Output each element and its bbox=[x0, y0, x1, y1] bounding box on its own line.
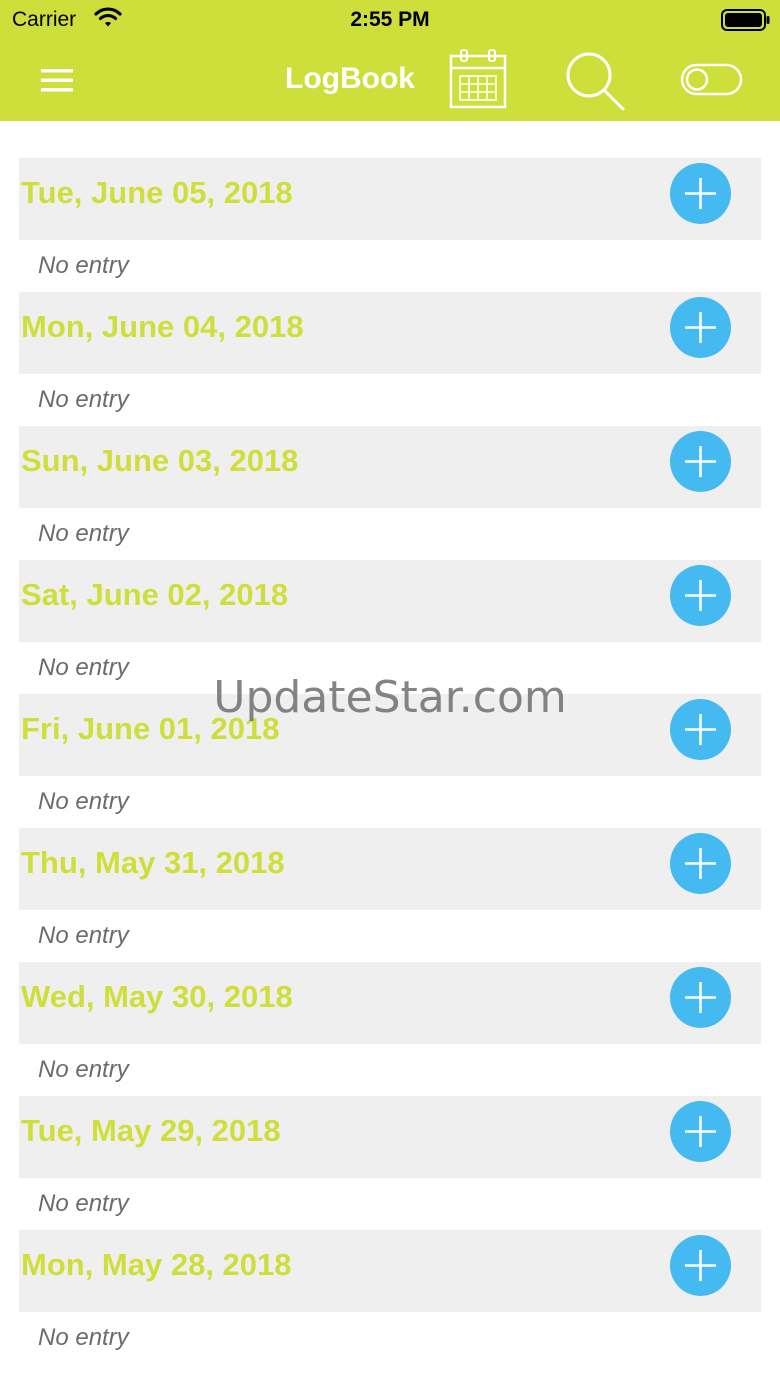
day-header: Mon, June 04, 2018 bbox=[19, 292, 761, 374]
day-entry-text: No entry bbox=[38, 1056, 129, 1083]
day-header: Sun, June 03, 2018 bbox=[19, 426, 761, 508]
add-entry-button[interactable] bbox=[670, 833, 731, 894]
add-entry-button[interactable] bbox=[670, 1235, 731, 1296]
day-section: Mon, June 04, 2018 No entry bbox=[19, 292, 761, 426]
calendar-icon[interactable] bbox=[448, 48, 508, 110]
add-entry-button[interactable] bbox=[670, 431, 731, 492]
add-entry-button[interactable] bbox=[670, 163, 731, 224]
day-section: Wed, May 30, 2018 No entry bbox=[19, 962, 761, 1096]
plus-icon bbox=[685, 446, 716, 477]
day-header: Tue, June 05, 2018 bbox=[19, 158, 761, 240]
day-header: Wed, May 30, 2018 bbox=[19, 962, 761, 1044]
day-date-label: Mon, May 28, 2018 bbox=[21, 1247, 292, 1282]
plus-icon bbox=[685, 1116, 716, 1147]
plus-icon bbox=[685, 580, 716, 611]
plus-icon bbox=[685, 982, 716, 1013]
day-header: Thu, May 31, 2018 bbox=[19, 828, 761, 910]
day-entry-text: No entry bbox=[38, 386, 129, 413]
day-date-label: Sat, June 02, 2018 bbox=[21, 577, 289, 612]
add-entry-button[interactable] bbox=[670, 1101, 731, 1162]
day-entry-text: No entry bbox=[38, 520, 129, 547]
day-section: Tue, May 29, 2018 No entry bbox=[19, 1096, 761, 1230]
plus-icon bbox=[685, 178, 716, 209]
day-section: Mon, May 28, 2018 No entry bbox=[19, 1230, 761, 1364]
plus-icon bbox=[685, 848, 716, 879]
clock: 2:55 PM bbox=[350, 8, 430, 31]
plus-icon bbox=[685, 312, 716, 343]
watermark: UpdateStar.com bbox=[213, 672, 567, 723]
day-section: Tue, June 05, 2018 No entry bbox=[19, 158, 761, 292]
day-date-label: Sun, June 03, 2018 bbox=[21, 443, 299, 478]
search-icon[interactable] bbox=[562, 48, 628, 114]
day-header: Mon, May 28, 2018 bbox=[19, 1230, 761, 1312]
day-date-label: Tue, June 05, 2018 bbox=[21, 175, 293, 210]
add-entry-button[interactable] bbox=[670, 297, 731, 358]
toggle-icon[interactable] bbox=[680, 62, 744, 98]
status-bar: Carrier 2:55 PM bbox=[0, 0, 780, 40]
day-date-label: Thu, May 31, 2018 bbox=[21, 845, 285, 880]
day-entry-text: No entry bbox=[38, 1190, 129, 1217]
day-entry-text: No entry bbox=[38, 788, 129, 815]
day-section: Sun, June 03, 2018 No entry bbox=[19, 426, 761, 560]
day-date-label: Tue, May 29, 2018 bbox=[21, 1113, 281, 1148]
battery-icon bbox=[721, 9, 771, 36]
menu-icon[interactable] bbox=[38, 62, 78, 98]
day-date-label: Wed, May 30, 2018 bbox=[21, 979, 293, 1014]
day-entry-text: No entry bbox=[38, 252, 129, 279]
add-entry-button[interactable] bbox=[670, 967, 731, 1028]
day-entry-text: No entry bbox=[38, 922, 129, 949]
day-date-label: Mon, June 04, 2018 bbox=[21, 309, 304, 344]
day-section: Thu, May 31, 2018 No entry bbox=[19, 828, 761, 962]
logbook-day-list: Tue, June 05, 2018 No entry Mon, June 04, … bbox=[19, 158, 761, 1364]
nav-bar: LogBook bbox=[0, 40, 780, 121]
add-entry-button[interactable] bbox=[670, 565, 731, 626]
page-title: LogBook bbox=[285, 62, 415, 95]
plus-icon bbox=[685, 1250, 716, 1281]
day-header: Sat, June 02, 2018 bbox=[19, 560, 761, 642]
day-header: Tue, May 29, 2018 bbox=[19, 1096, 761, 1178]
day-entry-text: No entry bbox=[38, 1324, 129, 1351]
